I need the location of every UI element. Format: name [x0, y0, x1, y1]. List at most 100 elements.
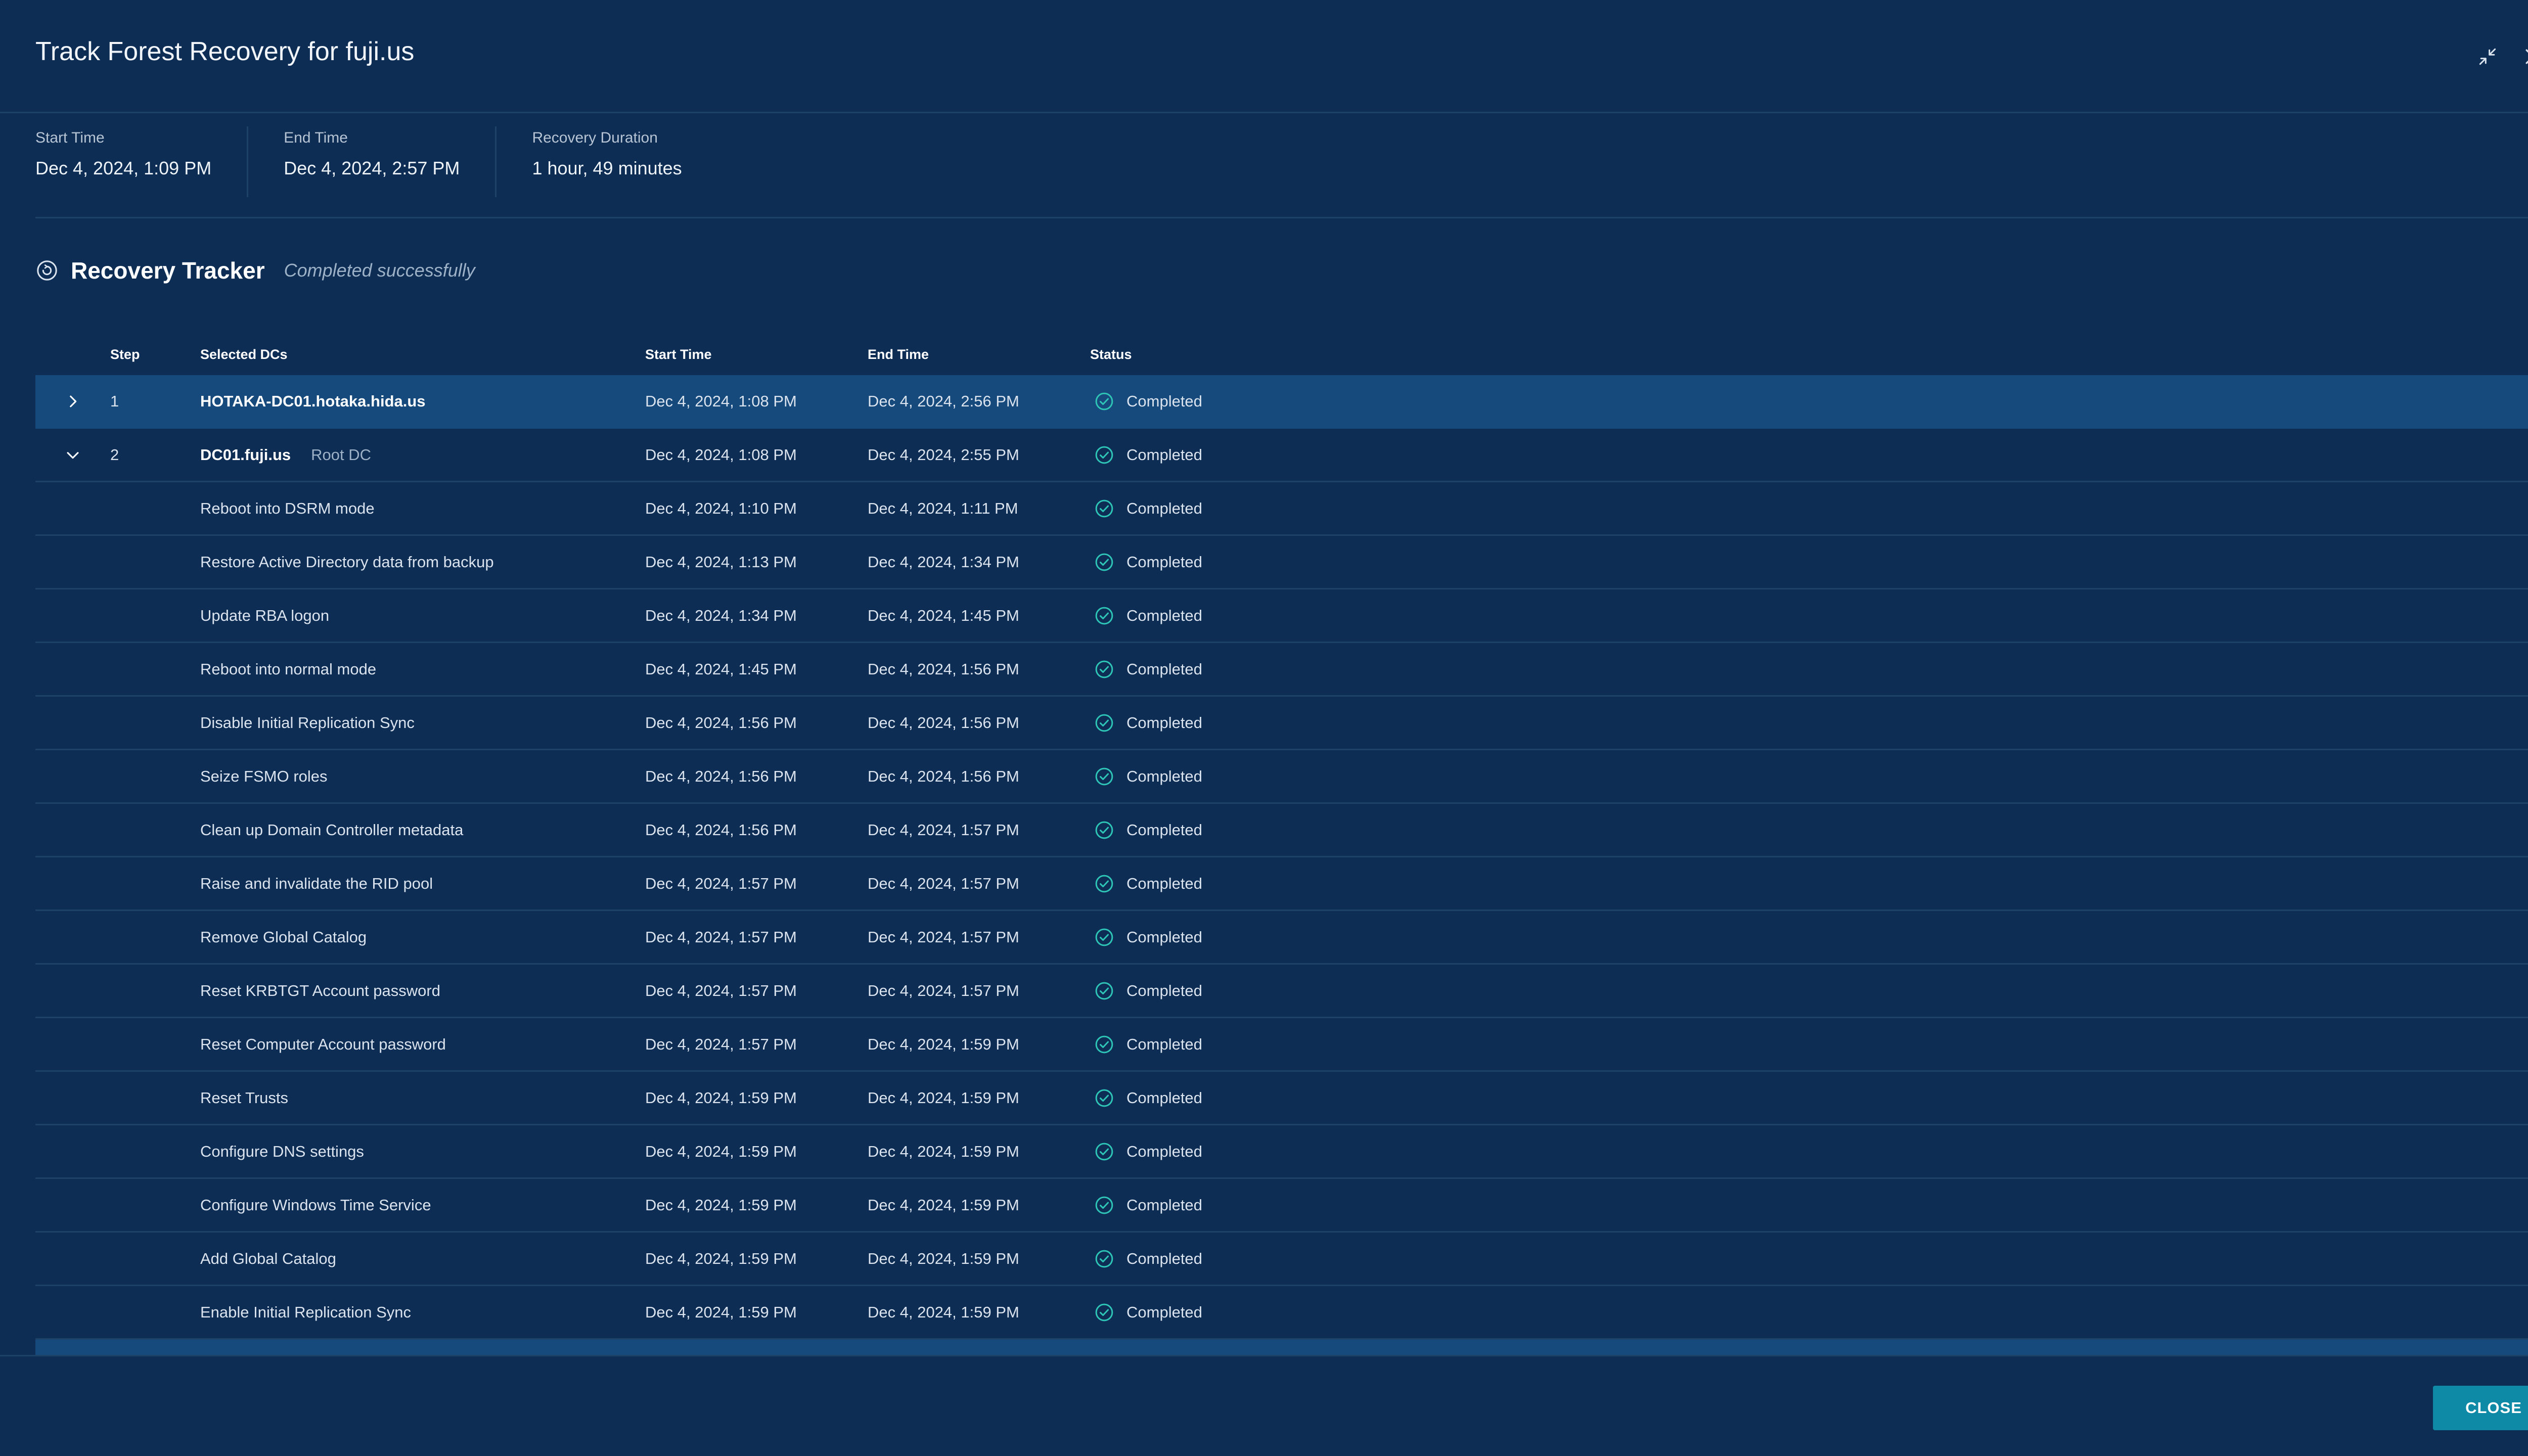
chevron-down-icon	[67, 451, 79, 459]
dc-row[interactable]: 2 DC01.fuji.us Root DC Dec 4, 2024, 1:08 PM…	[35, 429, 2528, 482]
collapse-toggle[interactable]	[35, 446, 110, 464]
status-cell: Completed	[1090, 445, 2528, 465]
status-cell: Completed	[1090, 927, 2528, 947]
end-time-cell: Dec 4, 2024, 1:56 PM	[868, 767, 1019, 785]
sub-step-name: Disable Initial Replication Sync	[200, 713, 415, 732]
status-text: Completed	[1126, 928, 1202, 946]
check-circle-icon	[1095, 392, 1113, 410]
end-time-cell: Dec 4, 2024, 1:57 PM	[868, 874, 1019, 892]
status-cell: Completed	[1090, 391, 2528, 412]
step-number: 2	[110, 445, 119, 464]
start-time-cell: Dec 4, 2024, 1:10 PM	[645, 499, 797, 517]
status-cell: Completed	[1090, 659, 2528, 679]
status-text: Completed	[1126, 713, 1202, 732]
check-circle-icon	[1095, 607, 1113, 624]
close-dialog-button[interactable]	[2518, 41, 2528, 72]
status-text: Completed	[1126, 981, 1202, 999]
dc-cell: DC01.fuji.us Root DC	[200, 446, 645, 464]
summary-end-value: Dec 4, 2024, 2:57 PM	[284, 158, 460, 178]
status-text: Completed	[1126, 874, 1202, 892]
start-time-cell: Dec 4, 2024, 1:56 PM	[645, 713, 797, 732]
header-selected-dcs: Selected DCs	[200, 346, 288, 362]
header-start-time: Start Time	[645, 346, 712, 362]
status-cell: Completed	[1090, 766, 2528, 787]
minimize-arrows-icon	[2479, 48, 2496, 65]
header-status: Status	[1090, 346, 1132, 362]
start-time-cell: Dec 4, 2024, 1:08 PM	[645, 392, 797, 410]
check-circle-icon	[1095, 1089, 1113, 1107]
status-text: Completed	[1126, 392, 1202, 410]
sub-step-row: Update RBA logon Dec 4, 2024, 1:34 PM Dec …	[35, 589, 2528, 643]
sub-step-name: Add Global Catalog	[200, 1249, 336, 1267]
dialog-footer: CLOSE	[0, 1355, 2528, 1456]
sub-step-name: Configure DNS settings	[200, 1142, 364, 1160]
check-circle-icon	[1095, 767, 1113, 785]
check-circle-icon	[1095, 928, 1113, 946]
sub-step-name: Reboot into normal mode	[200, 660, 377, 678]
sub-step-row: Enable Initial Replication Sync Dec 4, 20…	[35, 1286, 2528, 1340]
end-time-cell: Dec 4, 2024, 1:59 PM	[868, 1035, 1019, 1053]
end-time-cell: Dec 4, 2024, 1:45 PM	[868, 606, 1019, 624]
status-text: Completed	[1126, 1088, 1202, 1107]
start-time-cell: Dec 4, 2024, 1:59 PM	[645, 1142, 797, 1160]
status-cell: Completed	[1090, 981, 2528, 1001]
status-cell: Completed	[1090, 1088, 2528, 1108]
sub-step-name: Remove Global Catalog	[200, 928, 367, 946]
dc-row[interactable]: 1 HOTAKA-DC01.hotaka.hida.us Dec 4, 2024, …	[35, 375, 2528, 429]
sub-step-row: Reboot into DSRM mode Dec 4, 2024, 1:10 P…	[35, 482, 2528, 536]
check-circle-icon	[1095, 982, 1113, 999]
summary-duration-value: 1 hour, 49 minutes	[532, 158, 682, 178]
check-circle-icon	[1095, 714, 1113, 732]
start-time-cell: Dec 4, 2024, 1:59 PM	[645, 1196, 797, 1214]
next-dc-row-partial[interactable]	[35, 1340, 2528, 1355]
tracker-status: Completed successfully	[284, 260, 475, 281]
sub-step-row: Add Global Catalog Dec 4, 2024, 1:59 PM De…	[35, 1233, 2528, 1286]
dialog-header: Track Forest Recovery for fuji.us	[0, 0, 2528, 113]
status-cell: Completed	[1090, 713, 2528, 733]
sub-step-name: Raise and invalidate the RID pool	[200, 874, 433, 892]
status-cell: Completed	[1090, 820, 2528, 840]
end-time-cell: Dec 4, 2024, 1:59 PM	[868, 1196, 1019, 1214]
end-time-cell: Dec 4, 2024, 1:59 PM	[868, 1249, 1019, 1267]
sub-step-row: Seize FSMO roles Dec 4, 2024, 1:56 PM Dec …	[35, 750, 2528, 804]
status-cell: Completed	[1090, 1302, 2528, 1323]
end-time-cell: Dec 4, 2024, 1:11 PM	[868, 499, 1018, 517]
status-text: Completed	[1126, 1303, 1202, 1321]
dc-name: HOTAKA-DC01.hotaka.hida.us	[200, 392, 426, 410]
recovery-tracker-heading: Recovery Tracker Completed successfully	[35, 253, 475, 288]
status-cell: Completed	[1090, 498, 2528, 519]
expand-toggle[interactable]	[35, 393, 110, 410]
sub-step-name: Reset KRBTGT Account password	[200, 981, 440, 999]
sub-step-row: Reboot into normal mode Dec 4, 2024, 1:45…	[35, 643, 2528, 697]
recovery-tracker-icon	[37, 260, 57, 281]
status-text: Completed	[1126, 767, 1202, 785]
end-time-cell: Dec 4, 2024, 1:56 PM	[868, 660, 1019, 678]
check-circle-icon	[1095, 1035, 1113, 1053]
start-time-cell: Dec 4, 2024, 1:56 PM	[645, 821, 797, 839]
end-time-cell: Dec 4, 2024, 1:59 PM	[868, 1303, 1019, 1321]
status-text: Completed	[1126, 553, 1202, 571]
recovery-summary: Start Time Dec 4, 2024, 1:09 PM End Time…	[35, 113, 2528, 218]
check-circle-icon	[1095, 1303, 1113, 1321]
step-number: 1	[110, 392, 119, 410]
track-forest-recovery-dialog: Track Forest Recovery for fuji.us Start …	[0, 0, 2528, 1456]
minimize-button[interactable]	[2472, 41, 2503, 72]
status-text: Completed	[1126, 445, 1202, 464]
end-time-cell: Dec 4, 2024, 1:59 PM	[868, 1088, 1019, 1107]
summary-duration-label: Recovery Duration	[532, 129, 658, 146]
recovery-steps-table: Step Selected DCs Start Time End Time St…	[35, 334, 2528, 1355]
start-time-cell: Dec 4, 2024, 1:57 PM	[645, 1035, 797, 1053]
summary-end-time: End Time Dec 4, 2024, 2:57 PM	[248, 126, 497, 197]
status-cell: Completed	[1090, 1195, 2528, 1215]
table-body: 1 HOTAKA-DC01.hotaka.hida.us Dec 4, 2024, …	[35, 375, 2528, 1355]
sub-step-name: Reboot into DSRM mode	[200, 499, 375, 517]
summary-start-time: Start Time Dec 4, 2024, 1:09 PM	[35, 126, 249, 197]
status-text: Completed	[1126, 821, 1202, 839]
sub-step-name: Seize FSMO roles	[200, 767, 328, 785]
sub-step-row: Reset Computer Account password Dec 4, 20…	[35, 1018, 2528, 1072]
start-time-cell: Dec 4, 2024, 1:56 PM	[645, 767, 797, 785]
sub-step-name: Restore Active Directory data from backu…	[200, 553, 494, 571]
sub-step-name: Clean up Domain Controller metadata	[200, 821, 464, 839]
summary-end-label: End Time	[284, 129, 348, 146]
close-button[interactable]: CLOSE	[2433, 1386, 2528, 1430]
